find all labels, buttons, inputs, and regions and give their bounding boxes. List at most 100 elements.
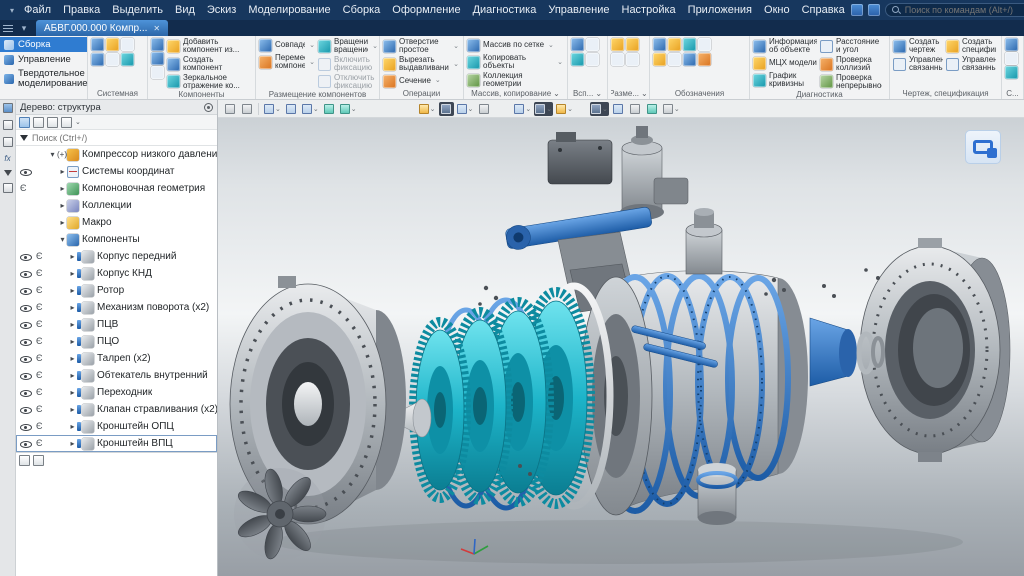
visibility-eye-icon[interactable]	[20, 421, 32, 432]
aux-plane-icon[interactable]	[571, 38, 584, 51]
tree-item-part[interactable]: Є ▸ Переходник	[16, 384, 217, 401]
array-group-chevron-icon[interactable]: ⌄	[553, 89, 560, 98]
scene-settings-button[interactable]: ⌄	[662, 102, 681, 116]
tree-item-part[interactable]: Є ▸ ПЦВ	[16, 316, 217, 333]
object-filter-button[interactable]: ⌄	[555, 102, 574, 116]
truncated-tool-icon-2[interactable]	[1005, 52, 1018, 65]
tree-item-part[interactable]: Є ▸ Кронштейн ОПЦ	[16, 418, 217, 435]
aux-axis-icon[interactable]	[586, 38, 599, 51]
expander-icon[interactable]: ▸	[68, 422, 77, 431]
app-menu-caret-icon[interactable]: ▾	[10, 6, 14, 15]
expander-icon[interactable]: ▸	[58, 167, 67, 176]
expander-icon[interactable]: ▸	[58, 184, 67, 193]
menu-window[interactable]: Окно	[758, 4, 796, 16]
dimension-angular-icon[interactable]	[626, 38, 639, 51]
exclude-icon[interactable]: Є	[36, 320, 42, 329]
redo-icon[interactable]	[106, 53, 119, 66]
tree-item-part[interactable]: Є ▸ Талреп (x2)	[16, 350, 217, 367]
expander-icon[interactable]: ▸	[68, 320, 77, 329]
exclude-icon[interactable]: Є	[36, 303, 42, 312]
mirror-component-button[interactable]: Зеркальное отражение ко...	[167, 74, 252, 91]
menu-sketch[interactable]: Эскиз	[201, 4, 242, 16]
tree-search-input[interactable]	[32, 132, 213, 143]
coincidence-button[interactable]: Совпадение ⌄	[259, 38, 315, 53]
panels-grid-icon[interactable]	[2, 103, 13, 113]
part-rotor[interactable]	[385, 282, 614, 511]
grid-array-button[interactable]: Массив по сетке ⌄	[467, 38, 563, 53]
layout-split-button[interactable]	[239, 102, 254, 116]
tree-filter-funnel-icon[interactable]	[20, 134, 28, 141]
rotate-view-button[interactable]	[322, 102, 337, 116]
aux-point-icon[interactable]	[571, 53, 584, 66]
expander-icon[interactable]: ▾	[48, 150, 57, 159]
layout-panels-button[interactable]	[222, 102, 237, 116]
tree-item-part[interactable]: Є ▸ Клапан стравливания (x2)	[16, 401, 217, 418]
document-tab-active[interactable]: АБВГ.000.000 Компр... ✕	[36, 20, 169, 36]
viewport-3d[interactable]: ⌄ ⌄ ⌄ ⌄ ⌄ ⌄ ⌄ ⌄ ⌄ ⌄	[218, 100, 1024, 576]
visibility-eye-icon[interactable]	[20, 387, 32, 398]
expander-icon[interactable]: ▸	[68, 269, 77, 278]
tree-foot-grid-icon[interactable]	[19, 455, 30, 466]
designation-tolerance-icon[interactable]	[653, 53, 666, 66]
tree-item-part[interactable]: Є ▸ Корпус КНД	[16, 265, 217, 282]
object-info-button[interactable]: Информация об объекте	[753, 38, 817, 55]
continuity-check-button[interactable]: Проверка непрерывности	[820, 74, 882, 91]
tree-item-root[interactable]: ▾ (+) Компрессор низкого давления (Т	[16, 146, 217, 163]
create-drawing-button[interactable]: Создать чертеж по модели	[893, 38, 943, 55]
variables-fx-icon[interactable]: fx	[4, 154, 10, 163]
exclude-icon[interactable]: Є	[36, 269, 42, 278]
layers-panel-icon[interactable]	[2, 183, 13, 193]
dimension-linear-icon[interactable]	[611, 38, 624, 51]
tree-item-part[interactable]: Є ▸ Корпус передний	[16, 248, 217, 265]
exclude-icon[interactable]: Є	[36, 405, 42, 414]
section-display-button[interactable]: ⌄	[456, 102, 475, 116]
designation-position-icon[interactable]	[683, 53, 696, 66]
visibility-eye-icon[interactable]	[20, 302, 32, 313]
tab-list-icon[interactable]	[0, 20, 16, 36]
menu-applications[interactable]: Приложения	[682, 4, 758, 16]
menu-diagnostics[interactable]: Диагностика	[467, 4, 543, 16]
part-fan[interactable]	[234, 467, 327, 560]
auxiliary-group-chevron-icon[interactable]: ⌄	[595, 89, 602, 98]
simple-hole-dropdown-icon[interactable]: ⌄	[453, 43, 459, 50]
tree-item-coordinate-systems[interactable]: ▸ Системы координат	[16, 163, 217, 180]
open-icon[interactable]	[91, 38, 104, 51]
exclude-icon[interactable]: Є	[36, 337, 42, 346]
simple-hole-button[interactable]: Отверстие простое ⌄	[383, 38, 459, 55]
mass-properties-button[interactable]: МЦХ модели	[753, 56, 817, 71]
exclude-icon[interactable]: Є	[36, 439, 42, 448]
add-component-button[interactable]: Добавить компонент из...	[167, 38, 252, 55]
tree-item-layout-geometry[interactable]: Є ▸ Компоновочная геометрия	[16, 180, 217, 197]
copy-objects-dropdown-icon[interactable]: ⌄	[557, 59, 563, 66]
truncated-tool-icon-3[interactable]	[1005, 66, 1018, 79]
section-dropdown-icon[interactable]: ⌄	[435, 77, 441, 84]
grid-array-dropdown-icon[interactable]: ⌄	[548, 42, 554, 49]
command-search-input[interactable]	[904, 5, 1024, 15]
designation-roughness-icon[interactable]	[698, 38, 711, 51]
tree-foot-list-icon[interactable]	[33, 455, 44, 466]
section-button[interactable]: Сечение ⌄	[383, 74, 459, 89]
filter-funnel-icon[interactable]	[3, 170, 12, 176]
manage-linked-drawings-button[interactable]: Управление связанными ч...	[893, 56, 943, 73]
parameters-panel-icon[interactable]	[2, 137, 13, 147]
tree-item-part[interactable]: Є ▸ Обтекатель внутренний	[16, 367, 217, 384]
distance-angle-button[interactable]: Расстояние и угол	[820, 38, 882, 55]
save-icon[interactable]	[106, 38, 119, 51]
tree-view-structure-icon[interactable]	[19, 116, 30, 128]
tree-item-part[interactable]: Є ▸ Кронштейн ВПЦ	[16, 435, 217, 452]
assembly-3d-scene[interactable]	[218, 118, 1024, 576]
zoom-fit-button[interactable]: ⌄	[301, 102, 320, 116]
tree-item-macro[interactable]: ▸ Макро	[16, 214, 217, 231]
tree-item-components[interactable]: ▾ Компоненты	[16, 231, 217, 248]
rotation-dropdown-icon[interactable]: ⌄	[372, 43, 378, 50]
menu-management[interactable]: Управление	[542, 4, 615, 16]
expander-icon[interactable]: ▸	[68, 439, 77, 448]
zoom-area-button[interactable]	[284, 102, 299, 116]
ribbon-tab-management[interactable]: Управление	[0, 52, 87, 67]
visibility-eye-icon[interactable]	[20, 404, 32, 415]
exclude-icon[interactable]: Є	[36, 354, 42, 363]
menu-edit[interactable]: Правка	[57, 4, 106, 16]
pan-view-button[interactable]: ⌄	[339, 102, 358, 116]
truncated-tool-icon-1[interactable]	[1005, 38, 1018, 51]
close-tab-icon[interactable]: ✕	[153, 24, 160, 33]
